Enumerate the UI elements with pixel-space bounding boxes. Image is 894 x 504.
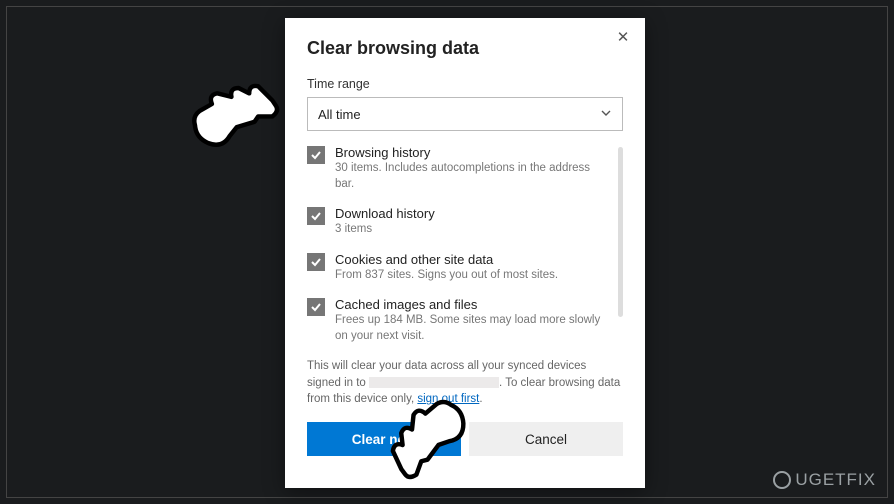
option-desc: 3 items: [335, 222, 611, 238]
option-desc: From 837 sites. Signs you out of most si…: [335, 268, 611, 284]
redacted-account: [369, 377, 499, 388]
option-cookies[interactable]: Cookies and other site data From 837 sit…: [307, 252, 611, 284]
option-label: Download history: [335, 206, 611, 221]
time-range-label: Time range: [307, 77, 623, 91]
dialog-buttons: Clear now Cancel: [307, 422, 623, 456]
time-range-value: All time: [318, 107, 361, 122]
time-range-dropdown[interactable]: All time: [307, 97, 623, 131]
cancel-button[interactable]: Cancel: [469, 422, 623, 456]
watermark: UGETFIX: [773, 470, 876, 490]
watermark-text: UGETFIX: [795, 470, 876, 490]
clear-browsing-data-dialog: ✕ Clear browsing data Time range All tim…: [285, 18, 645, 488]
option-desc: Frees up 184 MB. Some sites may load mor…: [335, 313, 611, 344]
check-icon: [310, 301, 322, 313]
check-icon: [310, 149, 322, 161]
checkbox-download-history[interactable]: [307, 207, 325, 225]
checkbox-cookies[interactable]: [307, 253, 325, 271]
options-list: Browsing history 30 items. Includes auto…: [307, 145, 623, 344]
chevron-down-icon: [600, 107, 612, 122]
option-download-history[interactable]: Download history 3 items: [307, 206, 611, 238]
sync-note: This will clear your data across all you…: [307, 358, 623, 408]
close-icon: ✕: [617, 29, 630, 46]
option-browsing-history[interactable]: Browsing history 30 items. Includes auto…: [307, 145, 611, 192]
sign-out-link[interactable]: sign out first: [417, 393, 479, 405]
check-icon: [310, 210, 322, 222]
close-button[interactable]: ✕: [615, 30, 631, 46]
option-cache[interactable]: Cached images and files Frees up 184 MB.…: [307, 297, 611, 344]
scrollbar[interactable]: [618, 147, 623, 317]
option-desc: 30 items. Includes autocompletions in th…: [335, 161, 611, 192]
sync-note-end: .: [479, 393, 482, 405]
dialog-title: Clear browsing data: [307, 38, 623, 59]
ring-icon: [773, 471, 791, 489]
option-label: Cached images and files: [335, 297, 611, 312]
checkbox-browsing-history[interactable]: [307, 146, 325, 164]
option-label: Cookies and other site data: [335, 252, 611, 267]
check-icon: [310, 256, 322, 268]
option-label: Browsing history: [335, 145, 611, 160]
clear-now-button[interactable]: Clear now: [307, 422, 461, 456]
checkbox-cache[interactable]: [307, 298, 325, 316]
